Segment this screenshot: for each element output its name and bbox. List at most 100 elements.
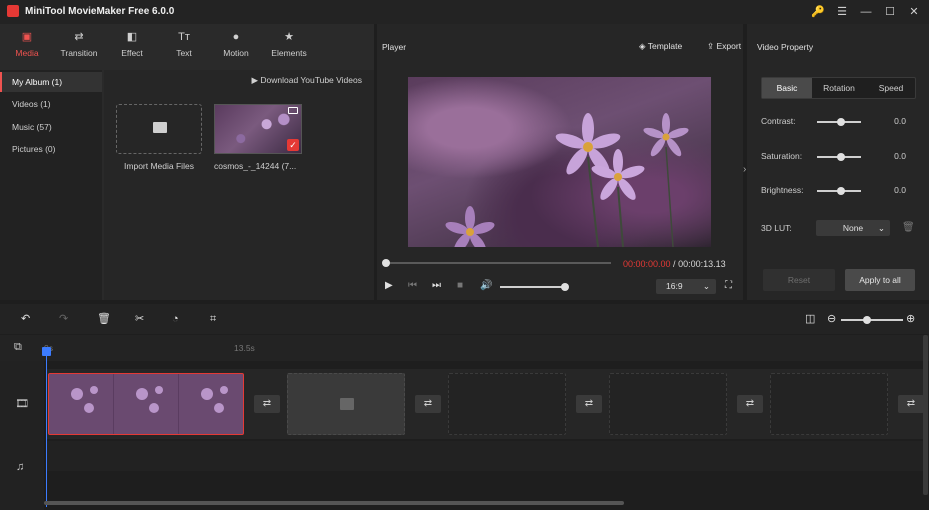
lut-label: 3D LUT: bbox=[761, 223, 792, 233]
timeline-ruler: ⧉ 0s 13.5s bbox=[0, 335, 929, 361]
transition-slot-icon[interactable]: ⇄ bbox=[254, 395, 280, 413]
redo-icon[interactable]: ↷ bbox=[59, 312, 68, 326]
reset-button[interactable]: Reset bbox=[763, 269, 835, 291]
playback-scrubber[interactable] bbox=[382, 259, 611, 267]
tab-media[interactable]: ▣ Media bbox=[1, 30, 53, 64]
volume-icon[interactable]: 🔊 bbox=[480, 279, 492, 293]
speed-icon[interactable]: ◔ bbox=[172, 312, 179, 326]
template-button[interactable]: ◈ Template bbox=[639, 41, 682, 52]
lut-dropdown[interactable]: None ⌄ bbox=[816, 220, 890, 236]
album-my-album[interactable]: My Album (1) bbox=[0, 72, 102, 92]
play-button[interactable]: ▶ bbox=[385, 279, 393, 293]
checkmark-icon: ✓ bbox=[287, 139, 299, 151]
download-youtube-link[interactable]: ▶ Download YouTube Videos bbox=[251, 75, 362, 86]
export-button[interactable]: ⇪ Export bbox=[707, 41, 741, 52]
timeline-clip[interactable] bbox=[48, 373, 244, 435]
split-icon[interactable]: ✂ bbox=[135, 312, 144, 326]
brightness-value: 0.0 bbox=[894, 185, 906, 195]
tab-basic[interactable]: Basic bbox=[762, 78, 812, 98]
time-separator: / bbox=[670, 259, 679, 269]
volume-slider[interactable] bbox=[500, 283, 569, 291]
contrast-slider[interactable] bbox=[817, 118, 861, 126]
chevron-down-icon: ⌄ bbox=[877, 223, 885, 233]
playhead[interactable] bbox=[42, 347, 51, 507]
add-track-icon[interactable]: ⧉ bbox=[14, 341, 22, 354]
undo-icon[interactable]: ↶ bbox=[21, 312, 30, 326]
tab-effect[interactable]: ◧ Effect bbox=[106, 30, 158, 64]
horizontal-scrollbar[interactable] bbox=[44, 501, 624, 505]
transition-slot-icon[interactable]: ⇄ bbox=[415, 395, 441, 413]
saturation-slider[interactable] bbox=[817, 153, 861, 161]
album-pictures[interactable]: Pictures (0) bbox=[0, 139, 102, 159]
tab-text[interactable]: Tт Text bbox=[158, 30, 210, 64]
vertical-scrollbar[interactable] bbox=[923, 335, 928, 495]
tab-speed[interactable]: Speed bbox=[866, 78, 916, 98]
minimize-button[interactable]: — bbox=[858, 4, 874, 20]
video-camera-icon bbox=[288, 107, 298, 114]
zoom-slider[interactable] bbox=[841, 316, 903, 324]
empty-clip-slot[interactable] bbox=[448, 373, 566, 435]
aspect-ratio-dropdown[interactable]: 16:9 ⌄ bbox=[656, 279, 716, 294]
track-headers: 🎞 ♫ bbox=[0, 361, 44, 510]
player-panel: Player ◈ Template ⇪ Export 00:00:00.00 /… bbox=[377, 24, 743, 300]
import-media-label: Import Media Files bbox=[124, 161, 194, 171]
apply-to-all-button[interactable]: Apply to all bbox=[845, 269, 915, 291]
media-icon: ▣ bbox=[21, 31, 33, 43]
tab-elements[interactable]: ★ Elements bbox=[263, 30, 315, 64]
next-frame-button[interactable]: ⏭ bbox=[432, 279, 441, 293]
zoom-handle[interactable] bbox=[863, 316, 871, 324]
video-track-icon: 🎞 bbox=[15, 398, 29, 410]
clip-filmstrip bbox=[71, 386, 228, 413]
tab-motion[interactable]: ● Motion bbox=[210, 30, 262, 64]
empty-clip-slot[interactable] bbox=[609, 373, 727, 435]
delete-icon[interactable]: 🗑 bbox=[97, 312, 111, 326]
close-button[interactable]: ✕ bbox=[906, 4, 922, 20]
empty-clip-slot[interactable] bbox=[287, 373, 405, 435]
video-property-panel: Video Property Basic Rotation Speed Cont… bbox=[747, 24, 929, 300]
crop-icon[interactable]: ⌗ bbox=[210, 312, 216, 326]
brightness-slider[interactable] bbox=[817, 187, 861, 195]
audio-track bbox=[46, 441, 924, 471]
transition-slot-icon[interactable]: ⇄ bbox=[898, 395, 924, 413]
trash-icon[interactable]: 🗑 bbox=[902, 222, 915, 233]
text-icon: Tт bbox=[178, 31, 190, 43]
scrubber-handle[interactable] bbox=[382, 259, 390, 267]
import-media-button[interactable] bbox=[116, 104, 202, 154]
saturation-handle[interactable] bbox=[837, 153, 845, 161]
menu-icon[interactable]: ☰ bbox=[834, 4, 850, 20]
key-icon[interactable]: 🔑 bbox=[810, 4, 826, 20]
media-thumbnail[interactable]: ✓ bbox=[214, 104, 302, 154]
album-music[interactable]: Music (57) bbox=[0, 117, 102, 137]
music-track-icon: ♫ bbox=[16, 461, 25, 473]
property-tabs: Basic Rotation Speed bbox=[761, 77, 916, 99]
transition-slot-icon[interactable]: ⇄ bbox=[737, 395, 763, 413]
transition-slot-icon[interactable]: ⇄ bbox=[576, 395, 602, 413]
album-videos[interactable]: Videos (1) bbox=[0, 94, 102, 114]
drop-media-icon bbox=[340, 398, 354, 410]
volume-handle[interactable] bbox=[561, 283, 569, 291]
zoom-out-icon[interactable]: ⊖ bbox=[827, 312, 836, 326]
empty-clip-slot[interactable] bbox=[770, 373, 888, 435]
aspect-ratio-value: 16:9 bbox=[666, 281, 683, 291]
layers-icon: ◈ bbox=[639, 41, 648, 51]
fit-timeline-icon[interactable]: ◫ bbox=[805, 312, 815, 326]
ruler-label-mid: 13.5s bbox=[234, 343, 255, 353]
fullscreen-icon[interactable]: ⛶ bbox=[725, 279, 732, 293]
playhead-handle[interactable] bbox=[42, 347, 51, 356]
contrast-row: Contrast: 0.0 bbox=[761, 115, 921, 129]
maximize-button[interactable]: ☐ bbox=[882, 4, 898, 20]
tab-transition[interactable]: ⇄ Transition bbox=[53, 30, 105, 64]
timecode: 00:00:00.00 / 00:00:13.13 bbox=[623, 259, 726, 269]
folder-icon bbox=[153, 122, 167, 133]
brightness-handle[interactable] bbox=[837, 187, 845, 195]
contrast-handle[interactable] bbox=[837, 118, 845, 126]
property-title: Video Property bbox=[757, 42, 814, 52]
tab-rotation[interactable]: Rotation bbox=[813, 78, 865, 98]
previous-frame-button[interactable]: ⏮ bbox=[408, 279, 417, 293]
player-controls: ▶ ⏮ ⏭ ■ 🔊 16:9 ⌄ ⛶ bbox=[377, 279, 743, 297]
stop-button[interactable]: ■ bbox=[457, 279, 463, 293]
zoom-in-icon[interactable]: ⊕ bbox=[906, 312, 915, 326]
brightness-label: Brightness: bbox=[761, 185, 804, 195]
download-youtube-label: Download YouTube Videos bbox=[260, 75, 362, 85]
video-preview bbox=[408, 77, 711, 247]
